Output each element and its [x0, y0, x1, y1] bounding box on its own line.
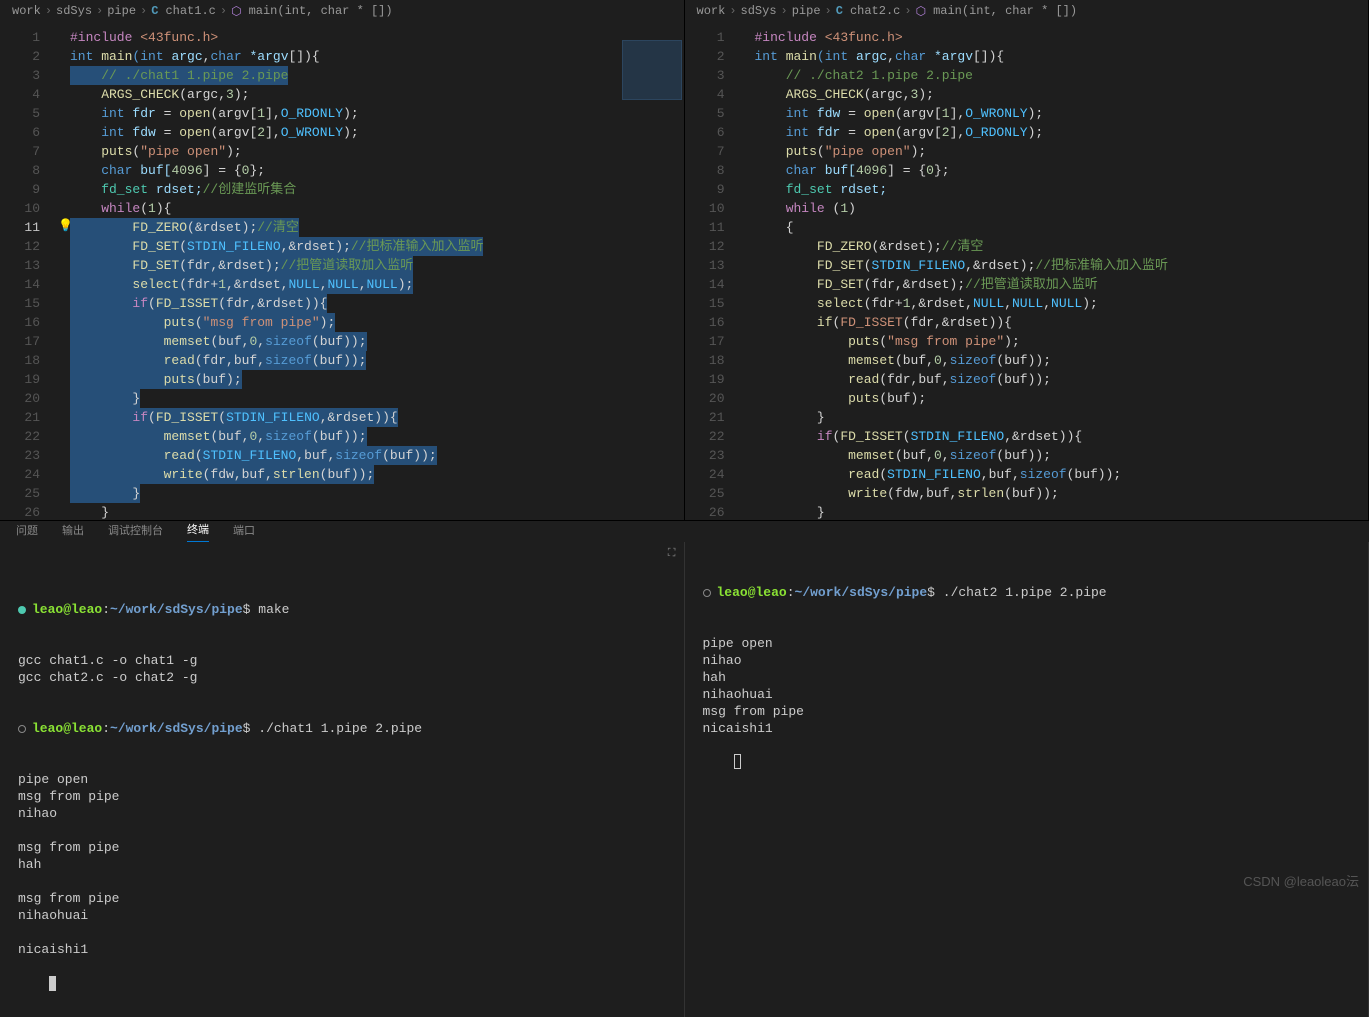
- tab-terminal[interactable]: 终端: [187, 521, 209, 542]
- watermark: CSDN @leaoleao沄: [1243, 871, 1359, 890]
- editor-left: work› sdSys› pipe› C chat1.c› ⬡ main(int…: [0, 0, 685, 520]
- terminal-2[interactable]: leao@leao:~/work/sdSys/pipe$ ./chat2 1.p…: [685, 542, 1369, 1017]
- prompt-status-icon: [18, 606, 26, 614]
- tab-debug-console[interactable]: 调试控制台: [108, 522, 163, 542]
- maximize-icon[interactable]: ⛶: [668, 546, 676, 563]
- tab-ports[interactable]: 端口: [233, 522, 255, 542]
- terminal-output: pipe open nihao hah nihaohuai msg from p…: [703, 635, 1351, 737]
- terminal-split: ⛶ leao@leao:~/work/sdSys/pipe$ make gcc …: [0, 542, 1369, 1017]
- bc-folder[interactable]: pipe: [107, 4, 136, 18]
- terminal-output: gcc chat1.c -o chat1 -g gcc chat2.c -o c…: [18, 652, 666, 686]
- terminal-1[interactable]: ⛶ leao@leao:~/work/sdSys/pipe$ make gcc …: [0, 542, 685, 1017]
- terminal-output: pipe open msg from pipe nihao msg from p…: [18, 771, 666, 958]
- prompt-status-icon: [703, 589, 711, 597]
- function-icon: ⬡: [916, 4, 929, 19]
- bc-folder[interactable]: pipe: [792, 4, 821, 18]
- breadcrumb[interactable]: work› sdSys› pipe› C chat2.c› ⬡ main(int…: [685, 0, 1369, 22]
- tab-output[interactable]: 输出: [62, 522, 84, 542]
- terminal-command: ./chat1 1.pipe 2.pipe: [258, 721, 422, 736]
- bc-folder[interactable]: sdSys: [741, 4, 777, 18]
- function-icon: ⬡: [231, 4, 244, 19]
- terminal-command: make: [258, 602, 289, 617]
- bc-symbol[interactable]: main(int, char * []): [933, 4, 1077, 18]
- code-content[interactable]: #include <43func.h>int main(int argc,cha…: [735, 22, 1369, 520]
- c-file-icon: C: [836, 4, 846, 18]
- c-file-icon: C: [151, 4, 161, 18]
- bc-file[interactable]: chat1.c: [165, 4, 215, 18]
- line-numbers: 1234567891011121314151617181920212223242…: [685, 22, 735, 520]
- lightbulb-icon[interactable]: [58, 218, 72, 232]
- bc-folder[interactable]: sdSys: [56, 4, 92, 18]
- code-area[interactable]: 1234567891011121314151617181920212223242…: [0, 22, 684, 520]
- bc-folder[interactable]: work: [12, 4, 41, 18]
- breadcrumb[interactable]: work› sdSys› pipe› C chat1.c› ⬡ main(int…: [0, 0, 684, 22]
- bc-symbol[interactable]: main(int, char * []): [249, 4, 393, 18]
- bc-folder[interactable]: work: [697, 4, 726, 18]
- terminal-cursor: [734, 754, 741, 769]
- terminal-command: ./chat2 1.pipe 2.pipe: [943, 585, 1107, 600]
- line-numbers: 1234567891011121314151617181920212223242…: [0, 22, 50, 520]
- bc-file[interactable]: chat2.c: [850, 4, 900, 18]
- tab-problems[interactable]: 问题: [16, 522, 38, 542]
- code-area[interactable]: 1234567891011121314151617181920212223242…: [685, 22, 1369, 520]
- minimap[interactable]: [584, 22, 684, 520]
- panel-tabs: 问题 输出 调试控制台 终端 端口: [0, 520, 1369, 542]
- prompt-status-icon: [18, 725, 26, 733]
- editor-right: work› sdSys› pipe› C chat2.c› ⬡ main(int…: [685, 0, 1369, 520]
- terminal-cursor: [49, 976, 56, 991]
- editor-split: work› sdSys› pipe› C chat1.c› ⬡ main(int…: [0, 0, 1369, 520]
